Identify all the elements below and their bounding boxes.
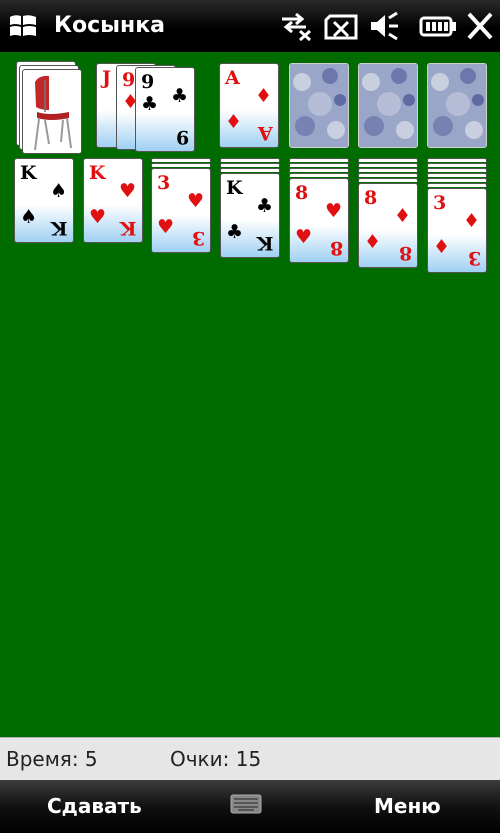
card-rank: 8 bbox=[295, 182, 309, 204]
card-rank: K bbox=[20, 162, 37, 184]
card-rank-bottom: 3 bbox=[191, 227, 205, 249]
card-rank-bottom: 9 bbox=[175, 126, 189, 148]
card-rank: K bbox=[89, 162, 106, 184]
card-suit: ♥ bbox=[89, 206, 107, 228]
hidden-card bbox=[220, 163, 280, 167]
game-table[interactable]: J 9 ♦ 9 ♣ ♣ 9 A ♦ ♦ A K ♠ ♠ K K ♥ ♥ K 3 … bbox=[0, 52, 500, 737]
card-rank: J bbox=[102, 67, 111, 89]
hidden-card bbox=[151, 163, 211, 167]
hidden-card bbox=[151, 158, 211, 162]
hidden-card bbox=[358, 158, 418, 162]
foundation-1[interactable]: A ♦ ♦ A bbox=[219, 63, 279, 148]
menu-softkey[interactable]: Меню bbox=[374, 794, 441, 818]
card-rank: 9 bbox=[122, 69, 136, 91]
stock-card-top[interactable] bbox=[22, 69, 82, 154]
card-rank-bottom: 8 bbox=[329, 237, 343, 259]
battery-charging-icon[interactable] bbox=[322, 10, 360, 42]
hidden-card bbox=[220, 168, 280, 172]
hidden-card bbox=[289, 173, 349, 177]
waste-card-top[interactable]: 9 ♣ ♣ 9 bbox=[135, 67, 195, 152]
card-rank: K bbox=[226, 177, 243, 199]
keyboard-icon[interactable] bbox=[230, 794, 262, 814]
hidden-card bbox=[358, 173, 418, 177]
card-rank-bottom: A bbox=[258, 122, 273, 144]
tableau-card-1[interactable]: K ♠ ♠ K bbox=[14, 158, 74, 243]
card-suit: ♦ bbox=[433, 236, 451, 258]
time-label: Время: 5 bbox=[6, 747, 98, 771]
card-suit: ♦ bbox=[254, 85, 272, 107]
card-rank-bottom: K bbox=[257, 232, 274, 254]
hidden-card bbox=[358, 178, 418, 182]
hidden-card bbox=[427, 163, 487, 167]
card-suit: ♣ bbox=[170, 85, 188, 107]
card-suit: ♦ bbox=[225, 111, 243, 133]
data-connection-icon[interactable] bbox=[278, 10, 314, 42]
card-suit: ♥ bbox=[295, 226, 313, 248]
hidden-card bbox=[427, 168, 487, 172]
card-suit: ♣ bbox=[255, 195, 273, 217]
card-rank-bottom: 3 bbox=[467, 247, 481, 269]
card-suit: ♦ bbox=[364, 231, 382, 253]
hidden-card bbox=[289, 163, 349, 167]
tableau-card-6[interactable]: 8 ♦ ♦ 8 bbox=[358, 183, 418, 268]
card-rank-bottom: K bbox=[120, 217, 137, 239]
hidden-card bbox=[427, 178, 487, 182]
card-rank: A bbox=[225, 67, 240, 89]
hidden-card bbox=[427, 183, 487, 187]
app-title: Косынка bbox=[54, 13, 166, 38]
speaker-muted-icon[interactable] bbox=[368, 10, 400, 42]
card-suit: ♣ bbox=[141, 93, 159, 115]
hidden-card bbox=[289, 158, 349, 162]
card-suit: ♥ bbox=[118, 180, 136, 202]
hidden-card bbox=[427, 173, 487, 177]
foundation-2[interactable] bbox=[289, 63, 349, 148]
hidden-card bbox=[358, 168, 418, 172]
card-rank-bottom: 8 bbox=[398, 242, 412, 264]
foundation-4[interactable] bbox=[427, 63, 487, 148]
card-suit: ♥ bbox=[324, 200, 342, 222]
deal-softkey[interactable]: Сдавать bbox=[47, 794, 142, 818]
tableau-card-4[interactable]: K ♣ ♣ K bbox=[220, 173, 280, 258]
hidden-card bbox=[358, 163, 418, 167]
start-icon[interactable] bbox=[8, 11, 38, 41]
foundation-3[interactable] bbox=[358, 63, 418, 148]
card-suit: ♦ bbox=[393, 205, 411, 227]
card-suit: ♥ bbox=[157, 216, 175, 238]
card-rank: 3 bbox=[433, 192, 447, 214]
card-suit: ♠ bbox=[20, 206, 38, 228]
card-suit: ♠ bbox=[49, 180, 67, 202]
close-icon[interactable] bbox=[466, 10, 494, 42]
hidden-card bbox=[220, 158, 280, 162]
softkey-bar: Сдавать Меню bbox=[0, 780, 500, 833]
tableau-card-5[interactable]: 8 ♥ ♥ 8 bbox=[289, 178, 349, 263]
chair-picture-icon bbox=[34, 75, 72, 151]
card-suit: ♦ bbox=[462, 210, 480, 232]
hidden-card bbox=[427, 158, 487, 162]
card-suit: ♣ bbox=[226, 221, 244, 243]
card-rank-bottom: K bbox=[51, 217, 68, 239]
tableau-card-7[interactable]: 3 ♦ ♦ 3 bbox=[427, 188, 487, 273]
tableau-card-3[interactable]: 3 ♥ ♥ 3 bbox=[151, 168, 211, 253]
card-rank: 3 bbox=[157, 172, 171, 194]
card-back-pattern-icon bbox=[290, 64, 348, 147]
card-back-pattern-icon bbox=[359, 64, 417, 147]
tableau-card-2[interactable]: K ♥ ♥ K bbox=[83, 158, 143, 243]
status-bar: Время: 5 Очки: 15 bbox=[0, 737, 500, 780]
battery-icon[interactable] bbox=[418, 10, 458, 42]
card-back-pattern-icon bbox=[428, 64, 486, 147]
card-rank: 9 bbox=[141, 71, 155, 93]
hidden-card bbox=[289, 168, 349, 172]
title-bar: Косынка bbox=[0, 0, 500, 52]
card-suit: ♥ bbox=[186, 190, 204, 212]
score-label: Очки: 15 bbox=[170, 747, 262, 771]
card-rank: 8 bbox=[364, 187, 378, 209]
